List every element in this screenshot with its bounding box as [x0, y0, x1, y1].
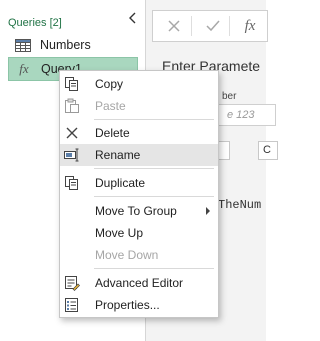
menu-item-label: Copy — [95, 77, 124, 91]
menu-item-label: Move Down — [95, 248, 159, 262]
menu-item-delete[interactable]: Delete — [60, 122, 218, 144]
parameter-input[interactable]: e 123 — [216, 104, 276, 126]
copy-icon — [64, 76, 80, 92]
close-icon[interactable] — [165, 17, 183, 35]
properties-icon — [64, 297, 80, 313]
formula-bar-divider — [229, 16, 230, 36]
fx-icon: fx — [19, 61, 29, 76]
formula-bar: fx — [152, 10, 268, 42]
menu-separator — [94, 168, 214, 169]
menu-item-move-up[interactable]: Move Up — [60, 222, 218, 244]
menu-item-label: Move To Group — [95, 204, 177, 218]
menu-item-label: Rename — [95, 148, 141, 162]
rename-icon — [64, 147, 80, 163]
formula-bar-divider — [191, 16, 192, 36]
menu-item-paste[interactable]: Paste — [60, 95, 218, 117]
advanced-editor-icon — [64, 275, 80, 291]
menu-item-properties[interactable]: Properties... — [60, 294, 218, 316]
context-menu: Copy Paste Delete Rename Duplicate Move … — [59, 70, 219, 318]
menu-separator — [94, 268, 214, 269]
table-icon — [14, 38, 32, 52]
fx-icon[interactable]: fx — [241, 17, 259, 35]
menu-item-label: Move Up — [95, 226, 144, 240]
query-item-label: Numbers — [40, 38, 91, 52]
check-icon[interactable] — [204, 17, 222, 35]
menu-separator — [94, 196, 214, 197]
menu-item-label: Paste — [95, 99, 126, 113]
duplicate-icon — [64, 175, 80, 191]
menu-item-rename[interactable]: Rename — [60, 144, 218, 166]
menu-item-label: Advanced Editor — [95, 276, 184, 290]
chevron-left-icon[interactable] — [126, 11, 140, 25]
menu-item-copy[interactable]: Copy — [60, 73, 218, 95]
menu-item-duplicate[interactable]: Duplicate — [60, 172, 218, 194]
menu-separator — [94, 119, 214, 120]
parameter-label: ber — [222, 91, 237, 102]
parameter-button-cancel[interactable]: C — [258, 141, 278, 160]
menu-item-label: Duplicate — [95, 176, 146, 190]
menu-item-label: Properties... — [95, 298, 160, 312]
paste-icon — [64, 98, 80, 114]
delete-icon — [64, 125, 80, 141]
menu-item-move-down[interactable]: Move Down — [60, 244, 218, 266]
submenu-arrow-icon — [206, 207, 210, 215]
menu-item-label: Delete — [95, 126, 130, 140]
query-item-numbers[interactable]: Numbers — [8, 34, 138, 56]
menu-item-move-to-group[interactable]: Move To Group — [60, 200, 218, 222]
menu-item-advanced-editor[interactable]: Advanced Editor — [60, 272, 218, 294]
result-text: TheNum — [218, 198, 262, 212]
queries-header: Queries [2] — [8, 17, 62, 29]
